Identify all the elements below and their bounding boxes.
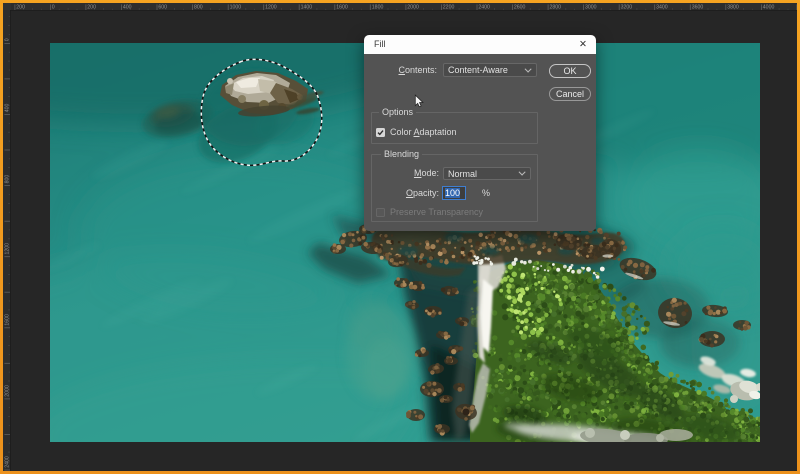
svg-text:200: 200 xyxy=(16,5,25,11)
svg-text:0: 0 xyxy=(52,5,55,11)
svg-text:2400: 2400 xyxy=(4,456,10,468)
svg-text:1400: 1400 xyxy=(301,5,313,11)
svg-text:2000: 2000 xyxy=(4,385,10,397)
svg-text:2000: 2000 xyxy=(407,5,419,11)
svg-text:2200: 2200 xyxy=(443,5,455,11)
svg-text:3600: 3600 xyxy=(692,5,704,11)
svg-text:2600: 2600 xyxy=(514,5,526,11)
svg-text:1600: 1600 xyxy=(336,5,348,11)
svg-text:1800: 1800 xyxy=(372,5,384,11)
svg-text:0: 0 xyxy=(4,38,10,41)
svg-text:2400: 2400 xyxy=(478,5,490,11)
svg-text:600: 600 xyxy=(158,5,167,11)
svg-text:2800: 2800 xyxy=(550,5,562,11)
svg-text:1200: 1200 xyxy=(4,243,10,255)
svg-text:3000: 3000 xyxy=(585,5,597,11)
svg-text:3400: 3400 xyxy=(656,5,668,11)
svg-text:800: 800 xyxy=(194,5,203,11)
svg-text:1600: 1600 xyxy=(4,314,10,326)
svg-text:200: 200 xyxy=(87,5,96,11)
svg-text:400: 400 xyxy=(123,5,132,11)
svg-text:1200: 1200 xyxy=(265,5,277,11)
svg-text:4000: 4000 xyxy=(763,5,775,11)
svg-text:1000: 1000 xyxy=(230,5,242,11)
svg-text:400: 400 xyxy=(4,104,10,113)
svg-text:3800: 3800 xyxy=(727,5,739,11)
svg-text:800: 800 xyxy=(4,175,10,184)
svg-text:3200: 3200 xyxy=(621,5,633,11)
